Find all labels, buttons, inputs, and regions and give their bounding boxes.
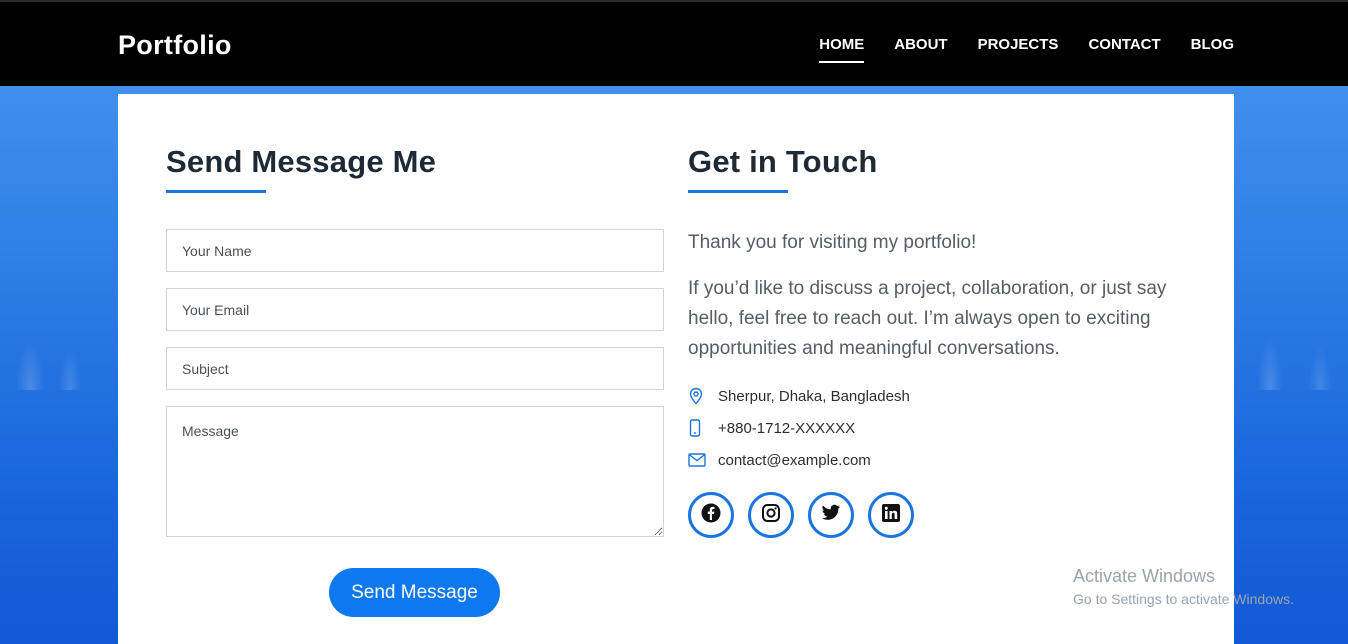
get-in-touch-section: Get in Touch Thank you for visiting my p… <box>688 144 1188 538</box>
send-message-button[interactable]: Send Message <box>329 568 500 617</box>
nav-contact[interactable]: CONTACT <box>1088 36 1160 63</box>
linkedin-link[interactable] <box>868 492 914 538</box>
top-navbar: Portfolio HOME ABOUT PROJECTS CONTACT BL… <box>0 0 1348 86</box>
windows-activation-title: Activate Windows <box>1073 566 1216 586</box>
social-links <box>688 492 1188 538</box>
nav-about[interactable]: ABOUT <box>894 36 947 63</box>
facebook-link[interactable] <box>688 492 734 538</box>
email-input[interactable] <box>166 288 664 331</box>
nav-blog[interactable]: BLOG <box>1191 36 1234 63</box>
contact-info-list: Sherpur, Dhaka, Bangladesh +880-1712-XXX… <box>688 380 1188 476</box>
nav-home[interactable]: HOME <box>819 36 865 63</box>
facebook-icon <box>701 503 721 528</box>
envelope-icon <box>688 453 718 467</box>
message-form-section: Send Message Me Send Message <box>166 144 664 617</box>
nav-projects[interactable]: PROJECTS <box>978 36 1059 63</box>
location-pin-icon <box>688 387 718 405</box>
instagram-link[interactable] <box>748 492 794 538</box>
subject-input[interactable] <box>166 347 664 390</box>
phone-row: +880-1712-XXXXXX <box>688 412 1188 444</box>
contact-heading-underline <box>688 190 788 193</box>
email-text[interactable]: contact@example.com <box>718 452 871 469</box>
form-heading: Send Message Me <box>166 144 437 179</box>
form-heading-underline <box>166 190 266 193</box>
windows-activation-subtitle: Go to Settings to activate Windows. <box>1073 591 1294 607</box>
message-textarea[interactable] <box>166 406 664 537</box>
twitter-icon <box>821 504 841 527</box>
contact-card: Send Message Me Send Message Get in Touc… <box>118 94 1234 644</box>
brand-logo[interactable]: Portfolio <box>118 30 232 61</box>
instagram-icon <box>761 503 781 528</box>
contact-heading: Get in Touch <box>688 144 878 179</box>
email-row: contact@example.com <box>688 444 1188 476</box>
intro-text: If you’d like to discuss a project, coll… <box>688 278 1167 359</box>
address-row: Sherpur, Dhaka, Bangladesh <box>688 380 1188 412</box>
intro-thanks: Thank you for visiting my portfolio! <box>688 232 977 253</box>
twitter-link[interactable] <box>808 492 854 538</box>
main-nav: HOME ABOUT PROJECTS CONTACT BLOG <box>819 36 1234 63</box>
linkedin-icon <box>881 503 901 528</box>
phone-text[interactable]: +880-1712-XXXXXX <box>718 420 855 437</box>
phone-icon <box>688 419 718 437</box>
name-input[interactable] <box>166 229 664 272</box>
address-text: Sherpur, Dhaka, Bangladesh <box>718 387 910 405</box>
